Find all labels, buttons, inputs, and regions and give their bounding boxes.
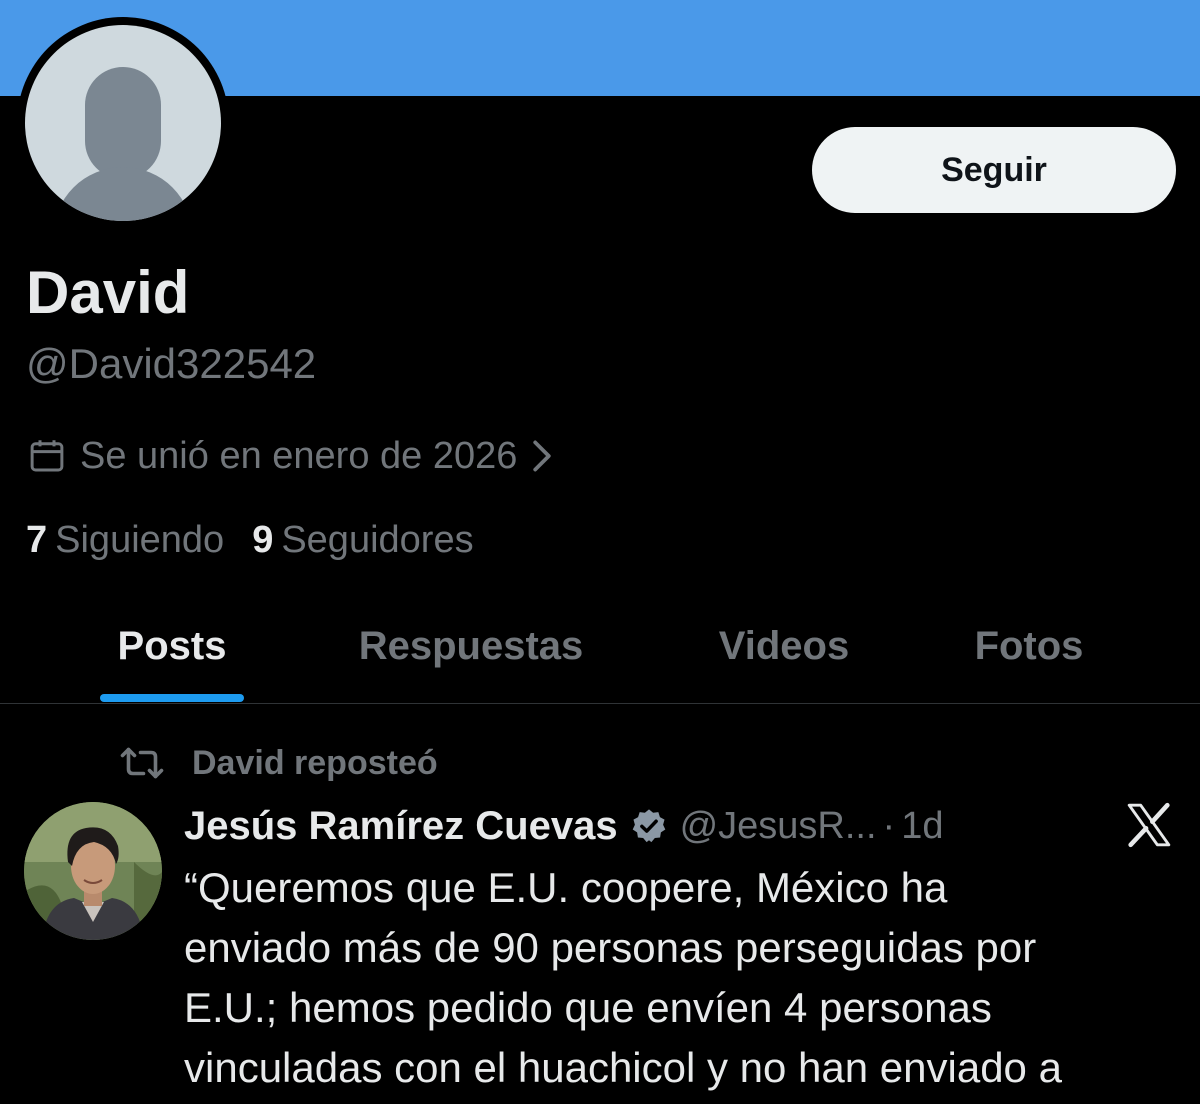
author-photo <box>24 802 162 940</box>
profile-handle: @David322542 <box>26 340 317 387</box>
default-avatar-icon <box>25 25 221 221</box>
profile-avatar[interactable] <box>17 17 229 229</box>
post-author-handle[interactable]: @JesusR... <box>680 805 877 848</box>
followers-label: Seguidores <box>281 518 474 561</box>
active-tab-indicator <box>100 694 244 702</box>
repost-indicator[interactable]: David reposteó <box>118 738 438 788</box>
profile-tabs: Posts Respuestas Videos Fotos <box>0 590 1200 704</box>
chevron-right-icon <box>533 440 552 472</box>
following-label: Siguiendo <box>55 518 225 561</box>
separator-dot: · <box>882 804 896 847</box>
follow-button[interactable]: Seguir <box>812 127 1176 213</box>
followers-count: 9 <box>252 518 274 561</box>
joined-date[interactable]: Se unió en enero de 2026 <box>26 430 565 482</box>
calendar-icon <box>30 440 64 472</box>
tab-videos[interactable]: Videos <box>696 590 872 703</box>
following-count: 7 <box>26 518 48 561</box>
joined-label: Se unió en enero de 2026 <box>80 434 518 477</box>
tab-fotos[interactable]: Fotos <box>958 590 1100 703</box>
post-header: Jesús Ramírez Cuevas @JesusR... · 1d <box>184 798 943 854</box>
following-link[interactable]: 7 Siguiendo <box>26 519 224 562</box>
post-author-name[interactable]: Jesús Ramírez Cuevas <box>184 804 618 849</box>
x-logo-icon <box>1127 802 1171 848</box>
followers-link[interactable]: 9 Seguidores <box>252 519 473 562</box>
profile-display-name: David <box>26 259 190 326</box>
post-timestamp[interactable]: 1d <box>901 805 943 848</box>
repost-label: David reposteó <box>192 743 438 782</box>
tab-respuestas[interactable]: Respuestas <box>332 590 610 703</box>
tab-posts[interactable]: Posts <box>100 590 244 703</box>
post-author-avatar[interactable] <box>24 802 162 940</box>
repost-icon <box>120 747 164 779</box>
post-text[interactable]: “Queremos que E.U. coopere, México ha en… <box>184 858 1174 1098</box>
follow-stats: 7 Siguiendo 9 Seguidores <box>26 514 474 566</box>
verified-badge-icon <box>632 809 665 843</box>
